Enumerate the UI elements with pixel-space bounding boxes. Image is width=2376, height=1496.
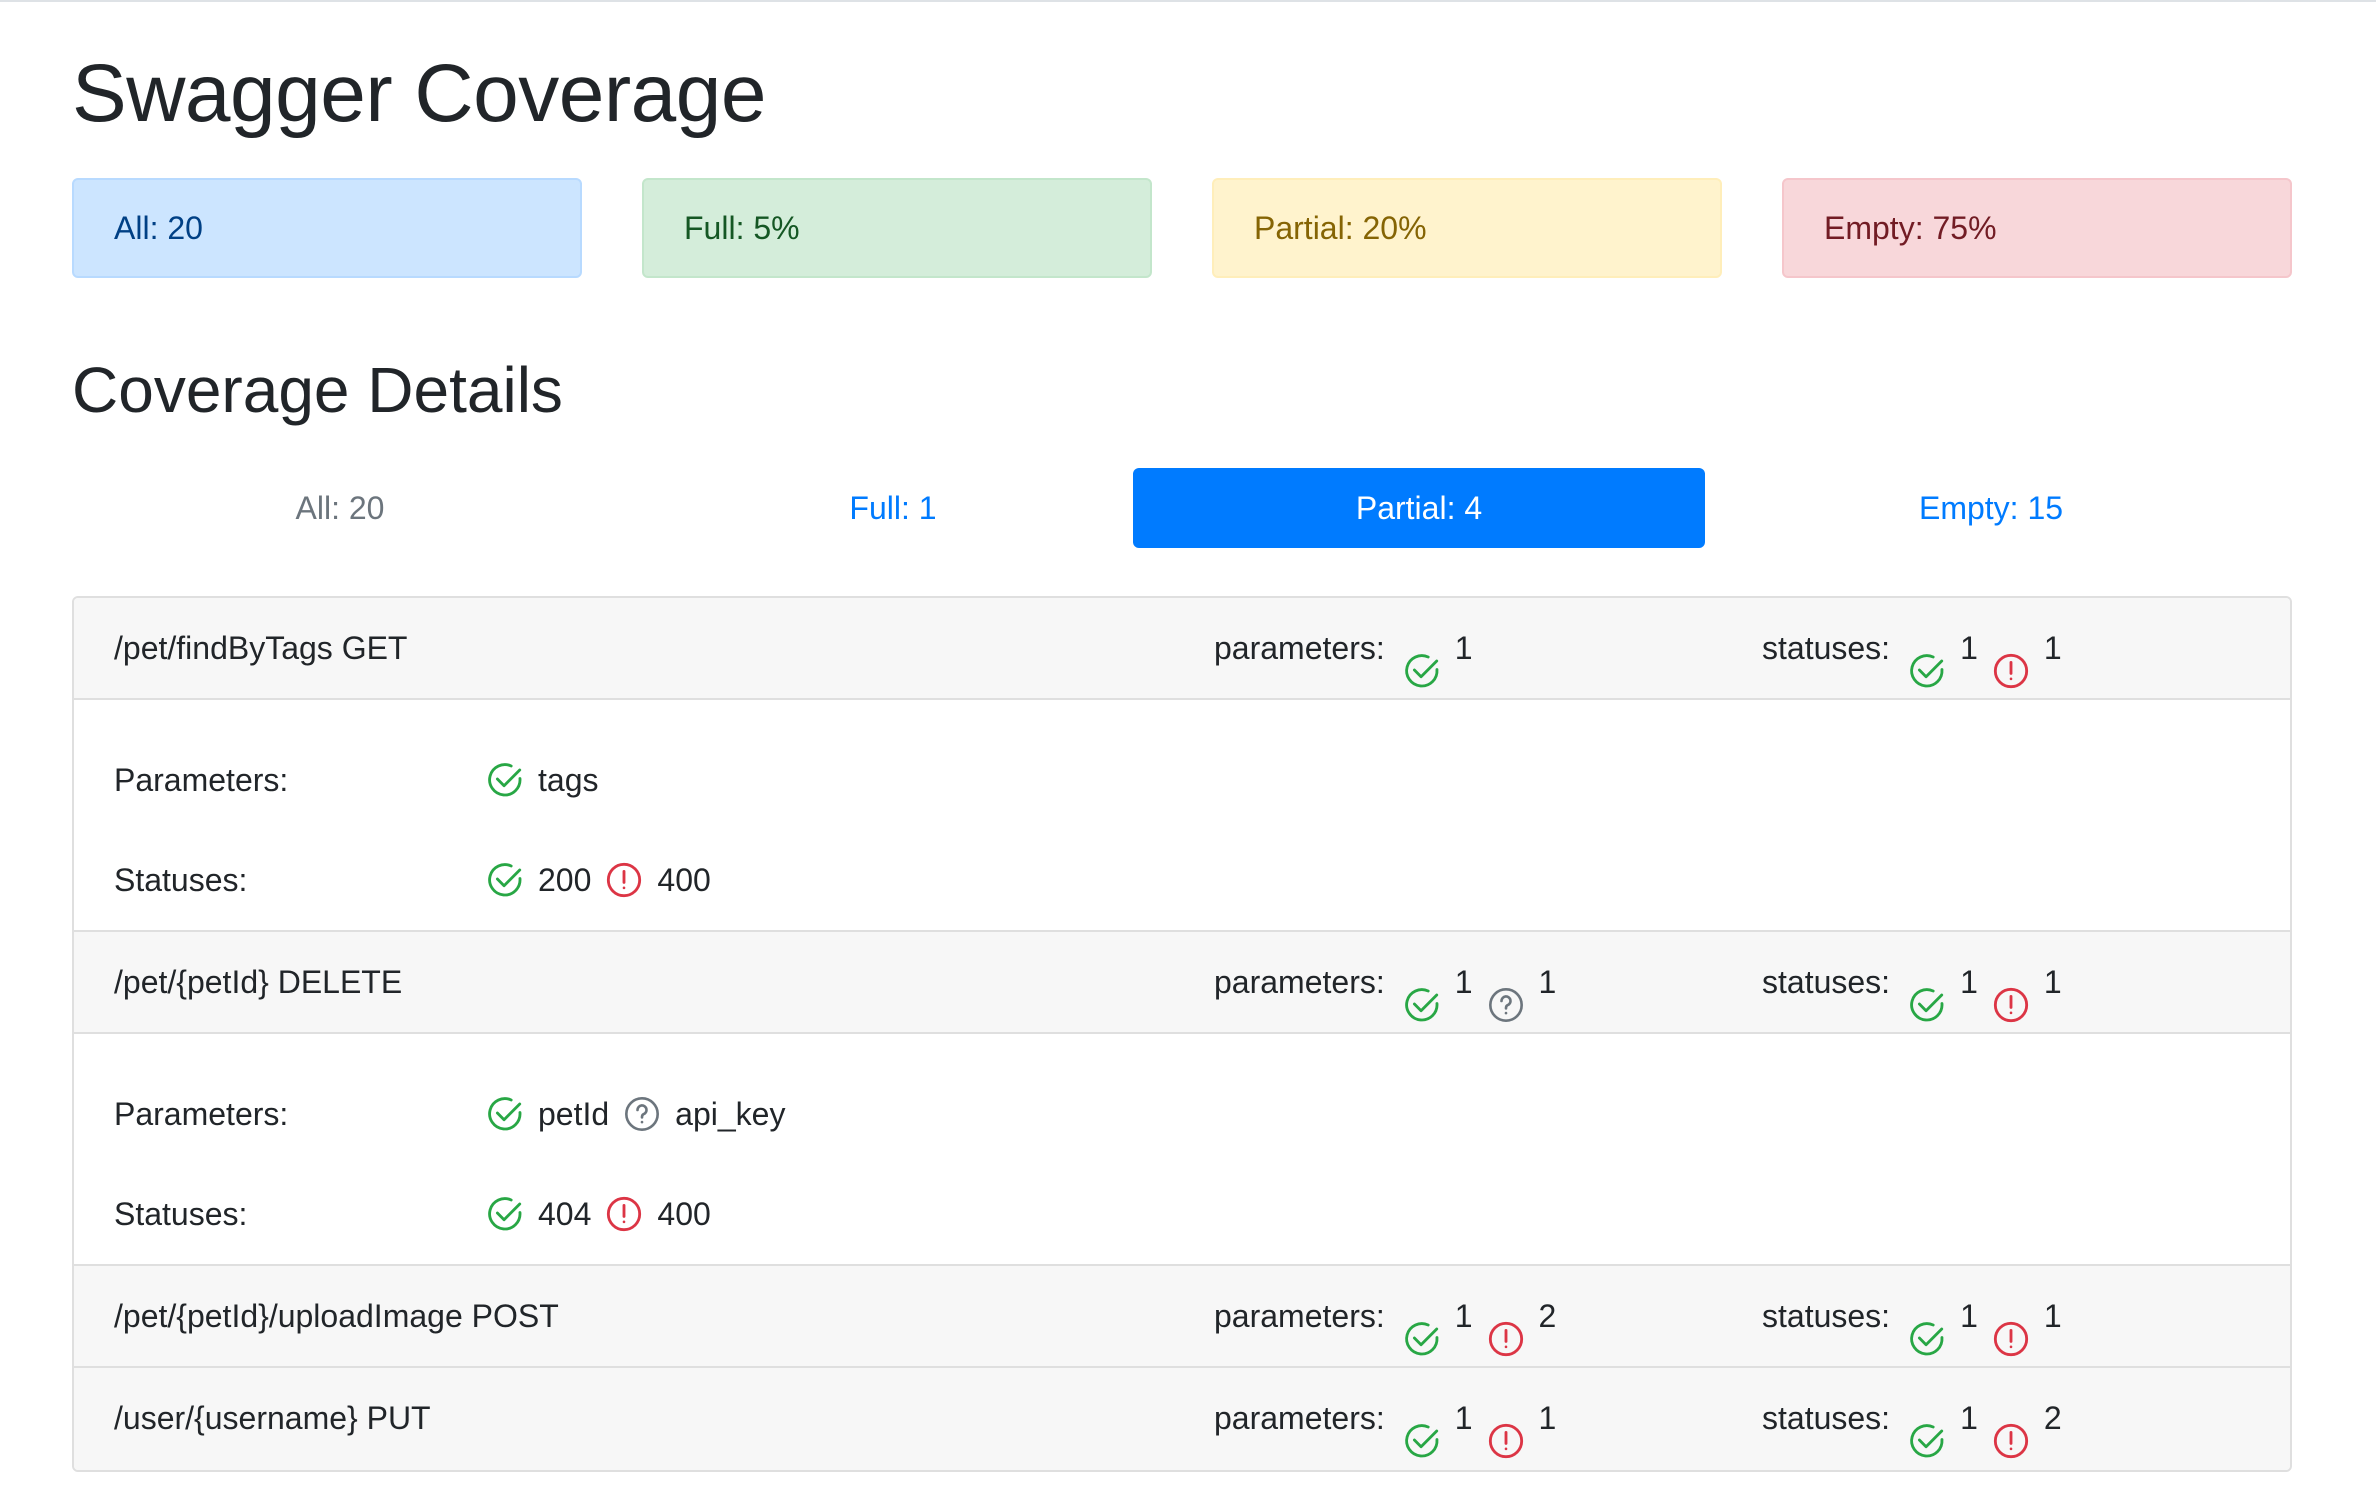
question-circle-icon <box>623 1095 661 1133</box>
status-code: 404 <box>538 1195 592 1232</box>
operation-header[interactable]: /pet/{petId} DELETE parameters: 1 1 stat… <box>74 932 2290 1034</box>
params-covered-count: 1 <box>1454 1400 1473 1436</box>
exclamation-circle-icon <box>1487 1399 1525 1459</box>
coverage-tabs: All: 20 Full: 1 Partial: 4 Empty: 15 <box>72 468 2292 548</box>
status-code: 400 <box>657 1195 711 1232</box>
detail-statuses-label: Statuses: <box>114 1195 248 1232</box>
params-label: parameters: <box>1214 1298 1385 1334</box>
detail-params-label: Parameters: <box>114 761 289 798</box>
statuses-covered-count: 1 <box>1960 1298 1978 1334</box>
check-circle-icon <box>1403 1399 1441 1458</box>
tab-all[interactable]: All: 20 <box>72 468 608 548</box>
operation-header[interactable]: /pet/findByTags GET parameters: 1 status… <box>74 598 2290 700</box>
exclamation-circle-icon <box>1992 629 2030 689</box>
check-circle-icon <box>1908 1399 1946 1458</box>
params-unknown-count: 1 <box>1538 964 1557 1000</box>
params-covered-count: 1 <box>1454 1298 1473 1334</box>
operation-params-summary: parameters: 1 1 <box>1214 932 1570 1032</box>
param-name: api_key <box>675 1095 786 1132</box>
page-title: Swagger Coverage <box>72 48 766 139</box>
operation-statuses-summary: statuses: 1 2 <box>1762 1368 2076 1468</box>
exclamation-circle-icon <box>1487 1297 1525 1357</box>
params-label: parameters: <box>1214 1400 1385 1436</box>
summary-full-badge: Full: 5% <box>642 178 1152 278</box>
check-circle-icon <box>1908 629 1946 688</box>
operations-list: /pet/findByTags GET parameters: 1 status… <box>72 596 2292 1472</box>
statuses-uncovered-count: 1 <box>2043 630 2062 666</box>
exclamation-circle-icon <box>605 861 643 899</box>
detail-statuses-line: Statuses: 200 400 <box>114 850 725 910</box>
operation-path: /pet/{petId} DELETE <box>114 964 403 1000</box>
status-code: 200 <box>538 861 592 898</box>
param-name: petId <box>538 1095 610 1132</box>
check-circle-icon <box>1908 1297 1946 1356</box>
check-circle-icon <box>486 861 524 899</box>
params-label: parameters: <box>1214 964 1385 1000</box>
operation-details: Parameters: petId api_key Statuses: 404 … <box>74 1034 2290 1266</box>
operation-path: /user/{username} PUT <box>114 1400 431 1436</box>
operation-details: Parameters: tags Statuses: 200 400 <box>74 700 2290 932</box>
detail-params-line: Parameters: petId api_key <box>114 1084 799 1144</box>
statuses-uncovered-count: 1 <box>2043 964 2062 1000</box>
detail-params-line: Parameters: tags <box>114 750 612 810</box>
question-circle-icon <box>1487 963 1525 1022</box>
operation-params-summary: parameters: 1 1 <box>1214 1368 1570 1468</box>
check-circle-icon <box>486 761 524 799</box>
operation-header[interactable]: /pet/{petId}/uploadImage POST parameters… <box>74 1266 2290 1368</box>
params-label: parameters: <box>1214 630 1385 666</box>
statuses-label: statuses: <box>1762 964 1891 1000</box>
coverage-summary: All: 20 Full: 5% Partial: 20% Empty: 75% <box>72 178 2292 278</box>
statuses-label: statuses: <box>1762 1400 1891 1436</box>
check-circle-icon <box>1403 963 1441 1022</box>
params-covered-count: 1 <box>1454 630 1473 666</box>
tab-partial[interactable]: Partial: 4 <box>1133 468 1705 548</box>
check-circle-icon <box>486 1095 524 1133</box>
detail-statuses-line: Statuses: 404 400 <box>114 1184 725 1244</box>
exclamation-circle-icon <box>1992 1297 2030 1357</box>
summary-empty-badge: Empty: 75% <box>1782 178 2292 278</box>
exclamation-circle-icon <box>1992 963 2030 1023</box>
exclamation-circle-icon <box>605 1195 643 1233</box>
detail-params-label: Parameters: <box>114 1095 289 1132</box>
summary-partial-badge: Partial: 20% <box>1212 178 1722 278</box>
statuses-covered-count: 1 <box>1960 964 1978 1000</box>
params-covered-count: 1 <box>1454 964 1473 1000</box>
summary-all-badge: All: 20 <box>72 178 582 278</box>
operation-statuses-summary: statuses: 1 1 <box>1762 932 2076 1032</box>
operation-header[interactable]: /user/{username} PUT parameters: 1 1 sta… <box>74 1368 2290 1470</box>
operation-path: /pet/findByTags GET <box>114 630 408 666</box>
params-uncovered-count: 2 <box>1538 1298 1557 1334</box>
statuses-covered-count: 1 <box>1960 1400 1978 1436</box>
statuses-uncovered-count: 1 <box>2043 1298 2062 1334</box>
check-circle-icon <box>1403 629 1441 688</box>
detail-statuses-label: Statuses: <box>114 861 248 898</box>
operation-path: /pet/{petId}/uploadImage POST <box>114 1298 559 1334</box>
details-title: Coverage Details <box>72 354 563 426</box>
check-circle-icon <box>1403 1297 1441 1356</box>
status-code: 400 <box>657 861 711 898</box>
operation-params-summary: parameters: 1 <box>1214 598 1487 698</box>
statuses-covered-count: 1 <box>1960 630 1978 666</box>
params-uncovered-count: 1 <box>1538 1400 1557 1436</box>
check-circle-icon <box>486 1195 524 1233</box>
exclamation-circle-icon <box>1992 1399 2030 1459</box>
tab-full[interactable]: Full: 1 <box>608 468 1178 548</box>
statuses-label: statuses: <box>1762 1298 1891 1334</box>
check-circle-icon <box>1908 963 1946 1022</box>
operation-params-summary: parameters: 1 2 <box>1214 1266 1570 1366</box>
operation-statuses-summary: statuses: 1 1 <box>1762 598 2076 698</box>
tab-empty[interactable]: Empty: 15 <box>1705 468 2277 548</box>
operation-statuses-summary: statuses: 1 1 <box>1762 1266 2076 1366</box>
param-name: tags <box>538 761 599 798</box>
statuses-label: statuses: <box>1762 630 1891 666</box>
statuses-uncovered-count: 2 <box>2043 1400 2062 1436</box>
